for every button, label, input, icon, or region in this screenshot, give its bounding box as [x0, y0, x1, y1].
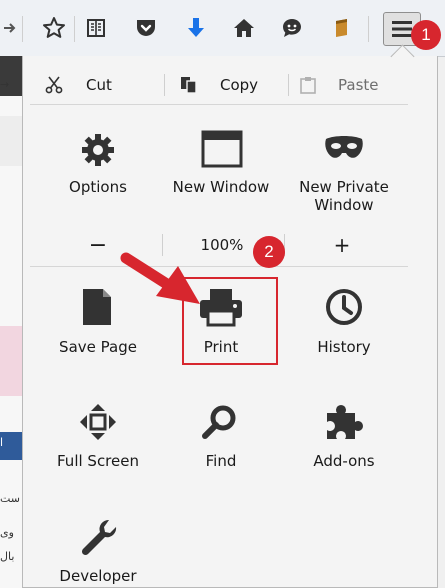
add-ons-button[interactable]: Add-ons — [289, 452, 399, 470]
history-button[interactable]: History — [289, 338, 399, 356]
find-label: Find — [205, 452, 237, 470]
find-button[interactable]: Find — [166, 452, 276, 470]
print-label: Print — [203, 338, 239, 356]
developer-label: Developer — [59, 567, 137, 585]
add-ons-label: Add-ons — [313, 452, 375, 470]
printer-icon — [197, 286, 245, 328]
save-page-label: Save Page — [59, 338, 137, 356]
fullscreen-icon — [78, 402, 118, 442]
full-screen-label: Full Screen — [57, 452, 139, 470]
save-page-button[interactable]: Save Page — [43, 338, 153, 356]
clock-icon — [324, 286, 364, 328]
wrench-icon — [78, 516, 118, 558]
full-screen-button[interactable]: Full Screen — [43, 452, 153, 470]
history-label: History — [317, 338, 371, 356]
save-page-icon — [80, 286, 114, 328]
developer-button[interactable]: Developer — [43, 567, 153, 585]
puzzle-piece-icon — [322, 400, 366, 444]
search-icon — [200, 402, 240, 442]
print-button[interactable]: Print — [166, 338, 276, 356]
